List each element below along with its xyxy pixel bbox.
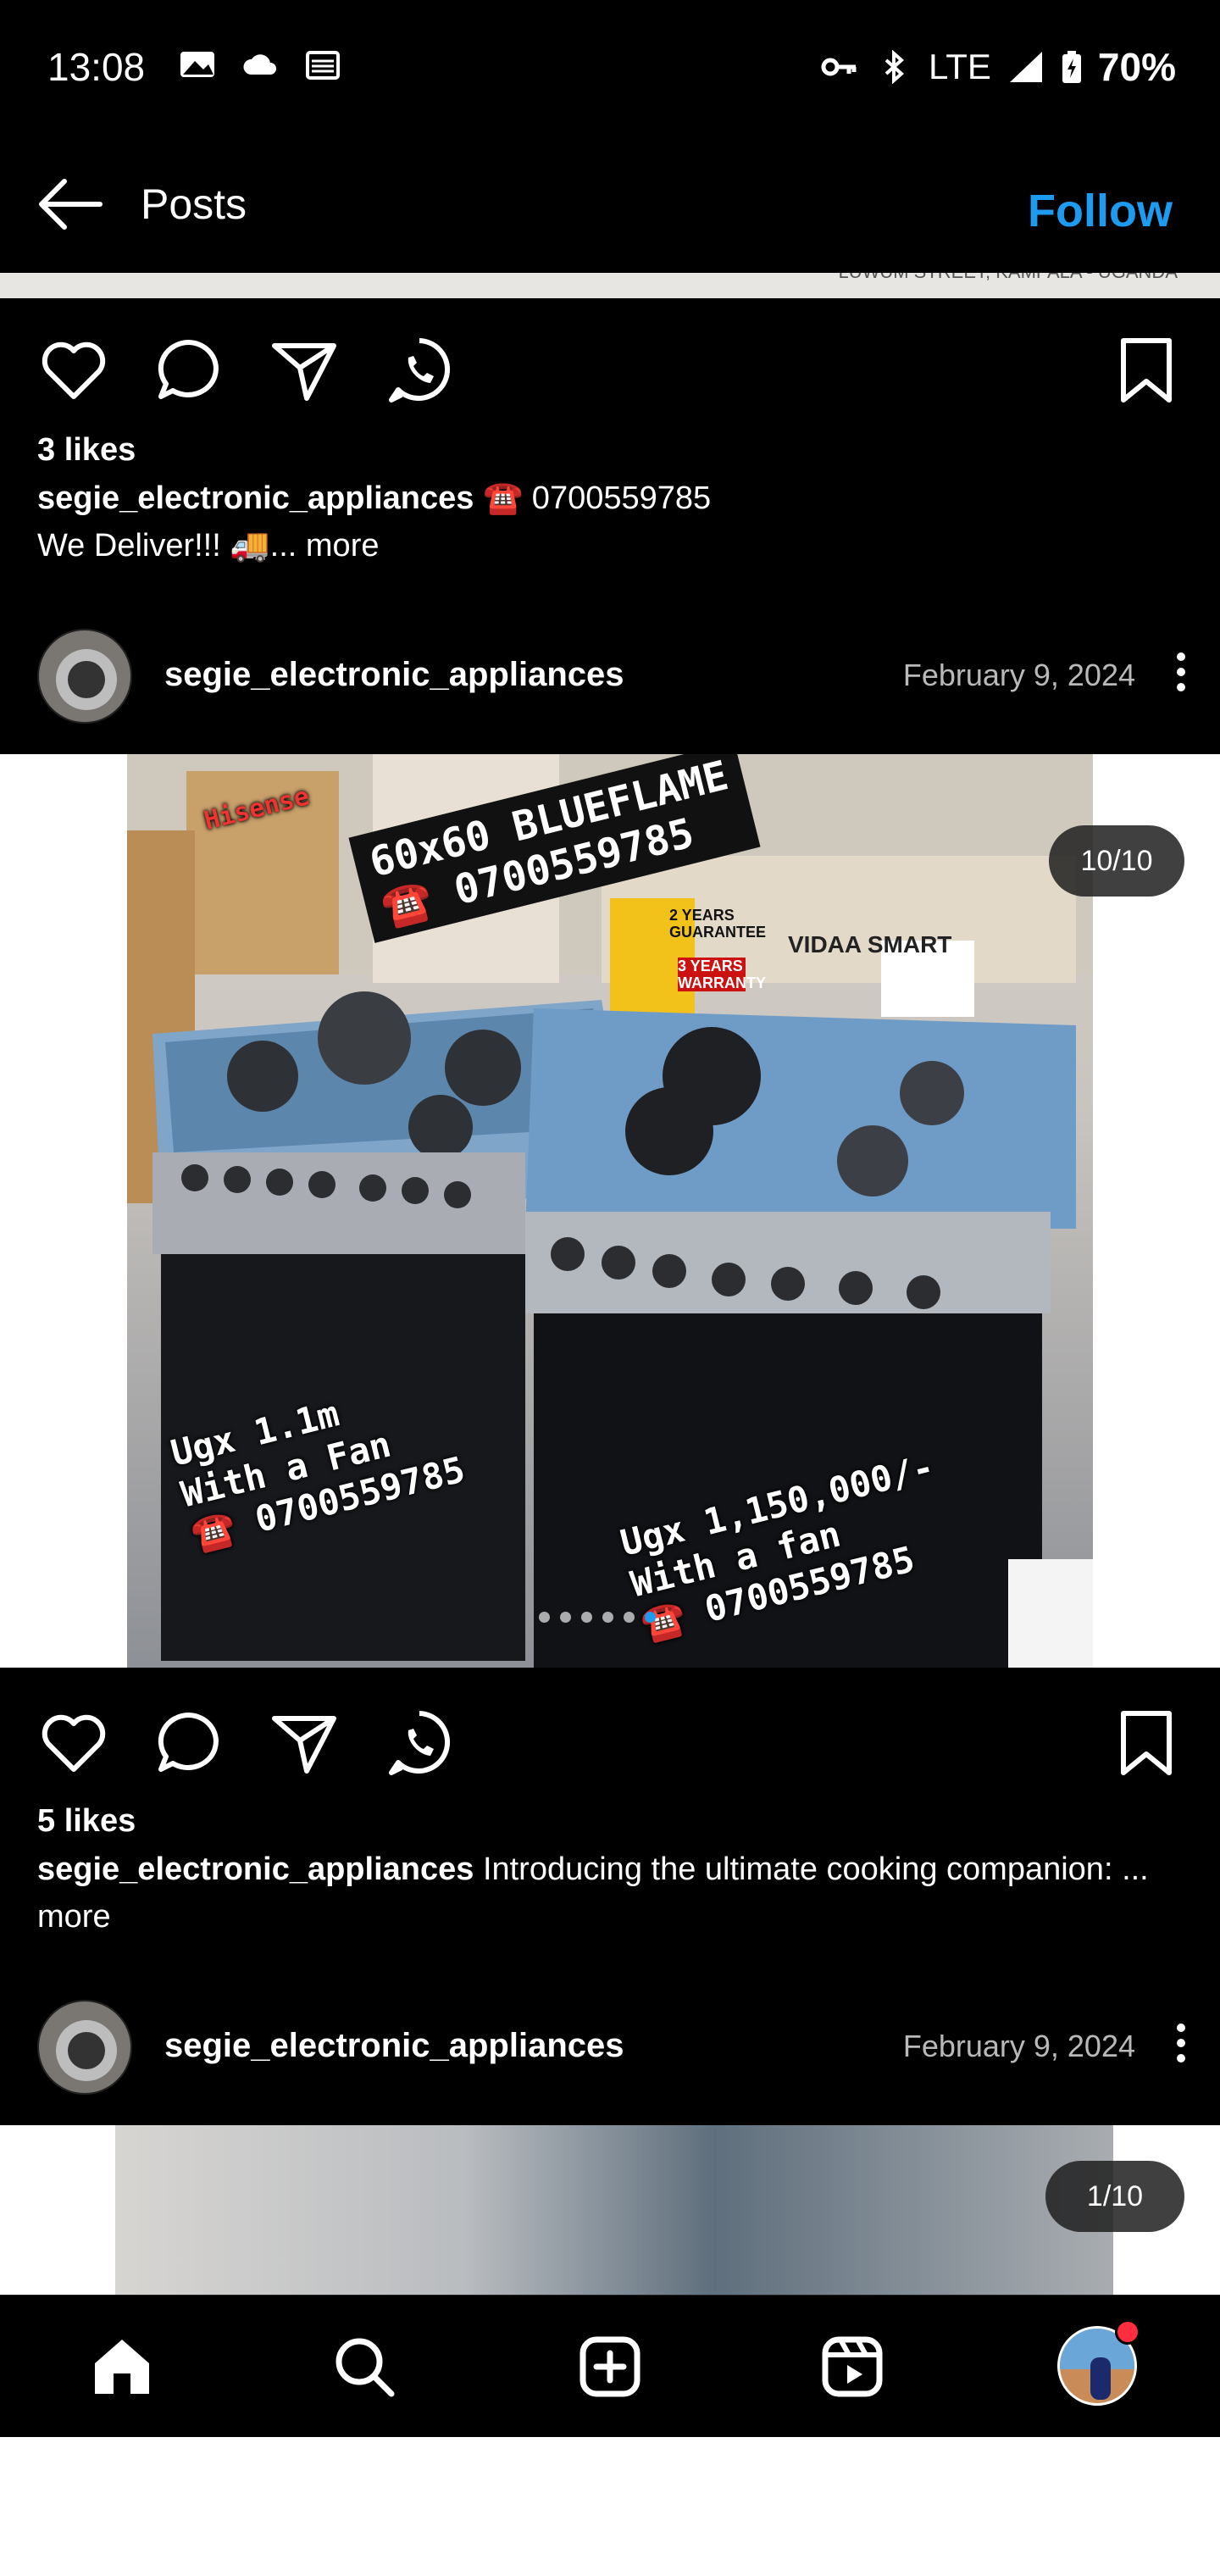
post-date: February 9, 2024 — [902, 2029, 1135, 2063]
previous-post-image-edge: LUWUM STREET, KAMPALA - UGANDA — [0, 273, 1220, 298]
signal-icon — [1009, 52, 1042, 82]
more-options-icon[interactable] — [1171, 2017, 1191, 2076]
status-bar: 13:08 LTE 70% — [0, 0, 1220, 136]
carousel-dot-active — [645, 1612, 656, 1623]
carousel-dots — [539, 1612, 656, 1623]
bluetooth-icon — [884, 50, 905, 84]
caption-username[interactable]: segie_electronic_appliances — [37, 1852, 474, 1887]
caption-username[interactable]: segie_electronic_appliances — [37, 480, 474, 516]
battery-percent: 70% — [1097, 45, 1176, 89]
comment-icon[interactable] — [152, 334, 225, 407]
carousel-dot — [602, 1612, 613, 1623]
next-post-photo — [115, 2125, 1113, 2295]
caption-more-link[interactable]: ... more — [270, 528, 380, 564]
reels-icon[interactable] — [817, 2331, 888, 2402]
avatar[interactable] — [37, 629, 132, 724]
carousel-counter: 1/10 — [1045, 2161, 1184, 2232]
top-bar: Posts Follow — [0, 136, 1220, 271]
home-icon[interactable] — [86, 2331, 158, 2402]
search-icon[interactable] — [329, 2331, 400, 2402]
whatsapp-icon[interactable] — [383, 334, 456, 407]
box-guarantee-text: 2 YEARS GUARANTEE — [669, 907, 767, 941]
share-send-icon[interactable] — [268, 334, 341, 407]
box-warranty-text: 3 YEARS WARRANTY — [678, 958, 766, 991]
follow-button[interactable]: Follow — [1028, 185, 1173, 237]
like-heart-icon[interactable] — [37, 1707, 110, 1779]
bottom-navigation — [0, 2295, 1220, 2437]
image-icon — [180, 52, 214, 77]
status-icons-left — [178, 47, 342, 81]
post-username[interactable]: segie_electronic_appliances — [164, 2027, 624, 2065]
caption-delivery: We Deliver!!! 🚚 — [37, 528, 270, 564]
post-date: February 9, 2024 — [902, 658, 1135, 692]
like-heart-icon[interactable] — [37, 334, 110, 407]
post-actions — [0, 310, 1220, 412]
notification-dot — [1115, 2319, 1140, 2345]
post-username[interactable]: segie_electronic_appliances — [164, 656, 624, 694]
comment-icon[interactable] — [152, 1707, 225, 1779]
cast-icon — [306, 51, 340, 80]
status-time: 13:08 — [47, 45, 146, 89]
system-area — [0, 2437, 1220, 2576]
more-options-icon[interactable] — [1171, 646, 1191, 705]
post-image[interactable]: 1/10 — [0, 2125, 1220, 2295]
whatsapp-icon[interactable] — [383, 1707, 456, 1779]
carousel-counter: 10/10 — [1049, 825, 1184, 897]
bookmark-icon[interactable] — [1110, 1707, 1183, 1779]
post-actions — [0, 1683, 1220, 1785]
share-send-icon[interactable] — [268, 1707, 341, 1779]
back-arrow-icon[interactable] — [34, 169, 107, 239]
caption-phone: ☎️ 0700559785 — [482, 480, 712, 516]
stoves-photo: Hisense VIDAA SMART 2 YEARS GUARANTEE 3 … — [127, 754, 1093, 1668]
post-header: segie_electronic_appliances February 9, … — [0, 1985, 1220, 2112]
carousel-dot — [560, 1612, 571, 1623]
box-vidaa-text: VIDAA SMART — [788, 931, 952, 958]
post-caption: segie_electronic_appliances Introducing … — [37, 1846, 1173, 1940]
key-icon — [821, 58, 857, 76]
carousel-dot — [581, 1612, 592, 1623]
status-icons-right: LTE 70% — [820, 44, 1176, 90]
network-type: LTE — [929, 47, 991, 86]
post-image[interactable]: Hisense VIDAA SMART 2 YEARS GUARANTEE 3 … — [0, 754, 1220, 1668]
likes-count[interactable]: 5 likes — [37, 1803, 136, 1840]
bookmark-icon[interactable] — [1110, 334, 1183, 407]
carousel-dot — [539, 1612, 550, 1623]
post-caption: segie_electronic_appliances ☎️ 070055978… — [37, 475, 1173, 569]
battery-icon — [1062, 51, 1081, 83]
likes-count[interactable]: 3 likes — [37, 432, 136, 469]
post-header: segie_electronic_appliances February 9, … — [0, 613, 1220, 741]
create-icon[interactable] — [574, 2331, 646, 2402]
cloud-icon — [243, 54, 276, 75]
carousel-dot — [624, 1612, 635, 1623]
strip-text: LUWUM STREET, KAMPALA - UGANDA — [838, 273, 1178, 283]
avatar[interactable] — [37, 2000, 132, 2095]
page-title: Posts — [141, 180, 247, 228]
caption-text: Introducing the ultimate cooking compani… — [482, 1852, 1123, 1887]
